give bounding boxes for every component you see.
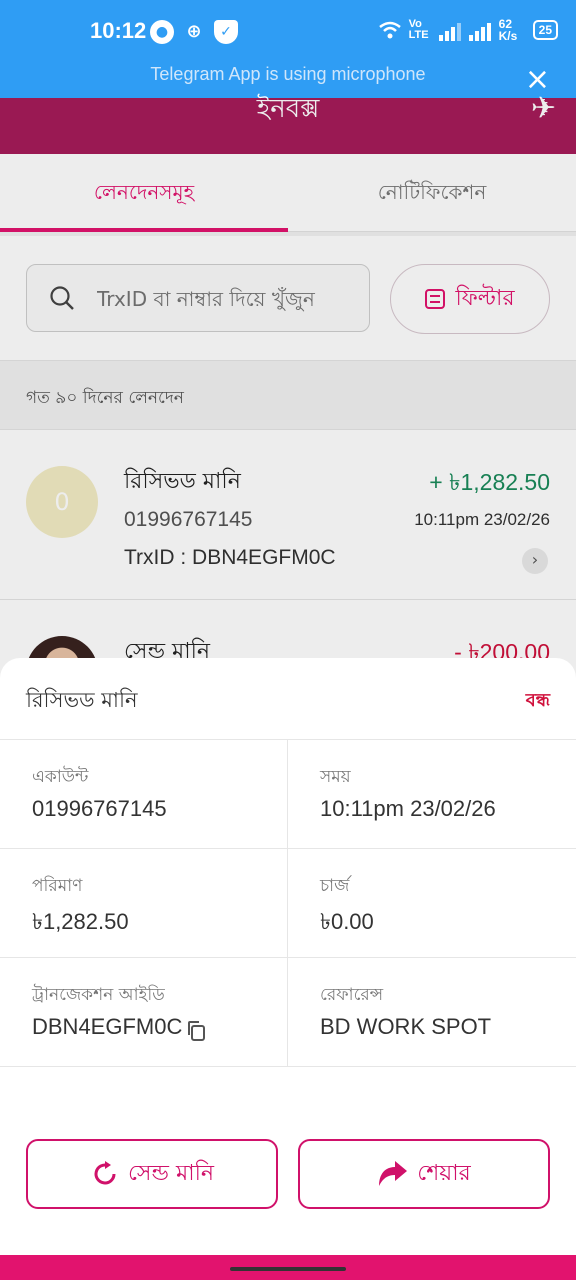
gamepad-icon: ⊕ [186,21,202,42]
detail-label: সময় [320,767,351,787]
wifi-icon [378,21,401,39]
close-button[interactable]: বন্ধ [526,686,550,717]
detail-transaction-id: ট্রানজেকশন আইডি DBN4EGFM0C [0,958,288,1067]
send-money-button[interactable]: সেন্ড মানি [26,1139,278,1209]
detail-reference: রেফারেন্স BD WORK SPOT [288,958,576,1067]
close-icon[interactable]: × [525,65,550,95]
share-label: শেয়ার [417,1160,471,1186]
refresh-icon [94,1161,116,1185]
detail-value: DBN4EGFM0C [32,1014,183,1039]
share-button[interactable]: শেয়ার [298,1139,550,1209]
mic-banner[interactable]: Telegram App is using microphone [0,64,576,85]
detail-label: ট্রানজেকশন আইডি [32,985,165,1005]
status-bar: 10:12 ● ⊕ ✓ Vo LTE 62 K/s 25 Telegram Ap… [0,0,576,98]
share-icon [379,1161,408,1186]
shield-icon: ✓ [214,20,238,44]
detail-value: ৳1,282.50 [32,909,129,934]
home-handle[interactable] [230,1267,346,1271]
detail-value: ৳0.00 [320,909,374,934]
navigation-bar [0,1255,576,1280]
send-money-label: সেন্ড মানি [127,1160,215,1186]
detail-label: রেফারেন্স [320,985,384,1005]
transaction-detail-sheet: রিসিভড মানি বন্ধ একাউন্ট 01996767145 সময… [0,658,576,1255]
detail-time: সময় 10:11pm 23/02/26 [288,740,576,849]
copy-icon[interactable] [186,1020,206,1042]
detail-value: 01996767145 [32,796,167,821]
network-type: Vo LTE [408,18,429,41]
detail-charge: চার্জ ৳0.00 [288,849,576,958]
detail-grid: একাউন্ট 01996767145 সময় 10:11pm 23/02/2… [0,740,576,1067]
detail-value: BD WORK SPOT [320,1014,492,1039]
detail-label: চার্জ [320,876,350,896]
detail-label: একাউন্ট [32,767,89,787]
detail-amount: পরিমাণ ৳1,282.50 [0,849,288,958]
signal-icon-2 [468,19,491,41]
mic-icon: ● [150,20,174,44]
sheet-title: রিসিভড মানি [26,688,138,712]
detail-label: পরিমাণ [32,876,83,896]
status-indicators: Vo LTE 62 K/s 25 [378,17,558,43]
battery-icon: 25 [532,20,558,40]
detail-account: একাউন্ট 01996767145 [0,740,288,849]
network-speed: 62 K/s [498,17,518,43]
sheet-header: রিসিভড মানি বন্ধ [0,658,576,740]
detail-value: 10:11pm 23/02/26 [320,796,496,821]
status-time: 10:12 [90,18,147,43]
signal-icon [438,19,461,41]
